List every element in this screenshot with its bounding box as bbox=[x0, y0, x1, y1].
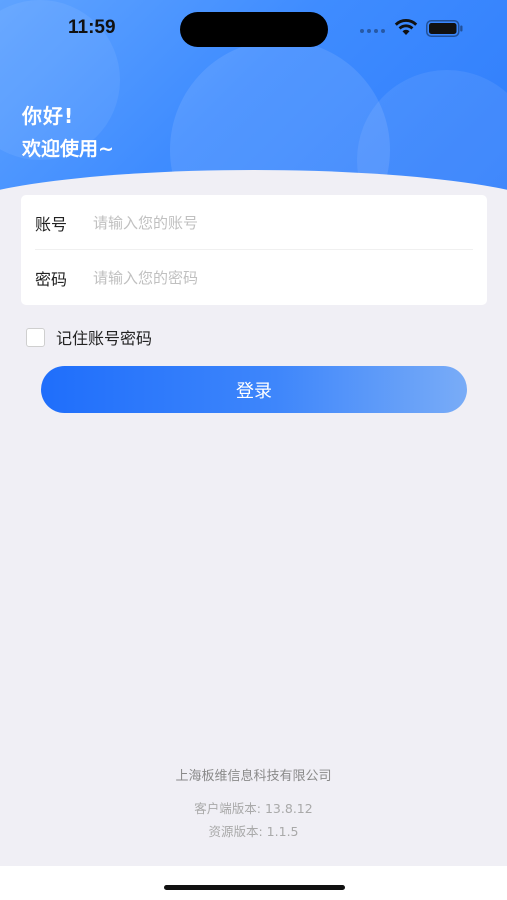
company-name: 上海板维信息科技有限公司 bbox=[175, 769, 332, 784]
password-input[interactable] bbox=[93, 262, 473, 293]
login-button[interactable]: 登录 bbox=[41, 366, 467, 413]
signal-icon bbox=[360, 29, 385, 33]
account-row: 账号 bbox=[21, 195, 487, 250]
status-bar: 11:59 bbox=[0, 0, 507, 58]
greeting-subtitle: 欢迎使用~ bbox=[22, 138, 114, 160]
battery-icon bbox=[426, 20, 463, 37]
wifi-icon bbox=[394, 18, 418, 35]
login-form-card: 账号 密码 bbox=[21, 195, 487, 305]
account-input[interactable] bbox=[93, 207, 473, 238]
client-version: 客户端版本: 13.8.12 bbox=[194, 801, 313, 816]
remember-label: 记住账号密码 bbox=[56, 329, 153, 348]
remember-credentials[interactable]: 记住账号密码 bbox=[26, 325, 152, 349]
password-row: 密码 bbox=[21, 250, 487, 305]
home-bar-area bbox=[0, 866, 507, 900]
home-indicator[interactable] bbox=[164, 885, 345, 890]
account-label: 账号 bbox=[35, 214, 68, 234]
resource-version: 资源版本: 1.1.5 bbox=[208, 824, 299, 839]
password-label: 密码 bbox=[35, 269, 68, 289]
dynamic-island bbox=[180, 12, 328, 47]
login-screen: 11:59 你好! 欢迎使用~ 账号 密码 记住账号密码 登录 bbox=[0, 0, 507, 900]
status-time: 11:59 bbox=[68, 17, 116, 38]
remember-checkbox[interactable] bbox=[26, 327, 45, 347]
greeting-title: 你好! bbox=[22, 104, 75, 128]
